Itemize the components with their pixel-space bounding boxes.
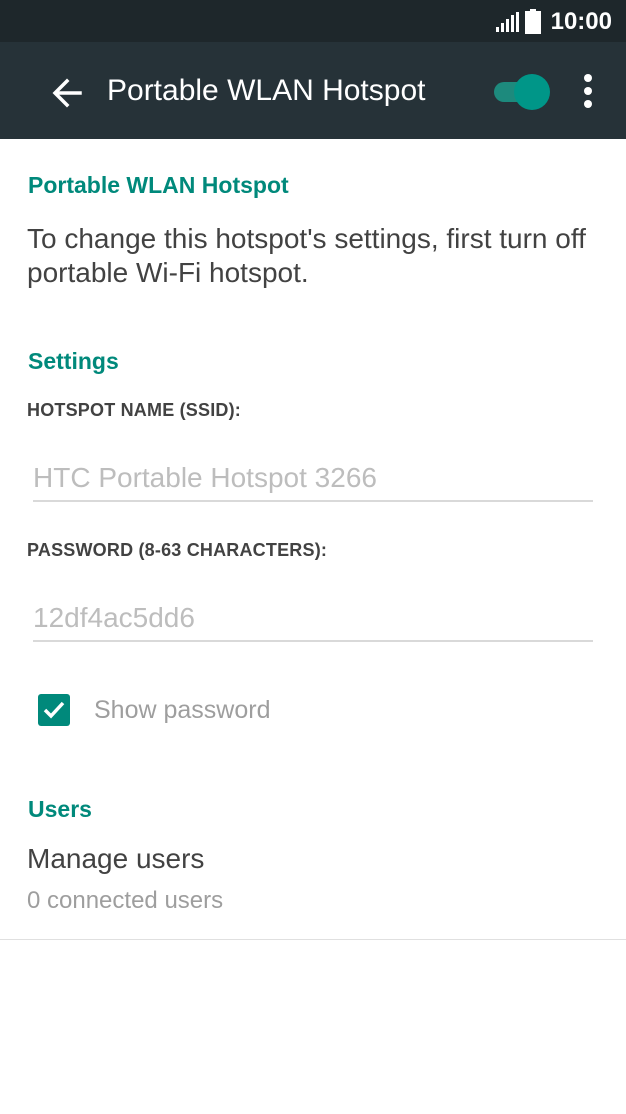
overflow-menu-button[interactable] <box>574 70 602 114</box>
checkmark-icon <box>43 701 65 719</box>
cellular-signal-icon <box>496 12 519 32</box>
status-bar: 10:00 <box>0 0 626 42</box>
hotspot-toggle[interactable] <box>492 72 554 112</box>
back-button[interactable] <box>46 72 88 114</box>
manage-users-title: Manage users <box>27 843 205 874</box>
battery-full-icon <box>525 9 541 34</box>
show-password-label: Show password <box>94 696 271 724</box>
hotspot-description: To change this hotspot's settings, first… <box>27 223 586 288</box>
show-password-checkbox[interactable] <box>38 694 70 726</box>
section-header-settings: Settings <box>28 348 119 374</box>
page-title: Portable WLAN Hotspot <box>107 74 426 107</box>
app-bar: Portable WLAN Hotspot <box>0 42 626 139</box>
manage-users-summary: 0 connected users <box>27 887 224 914</box>
status-clock: 10:00 <box>550 8 612 35</box>
divider <box>0 939 626 940</box>
section-header-hotspot: Portable WLAN Hotspot <box>28 172 289 198</box>
section-header-users: Users <box>28 796 92 822</box>
password-input[interactable] <box>33 596 593 642</box>
ssid-input[interactable] <box>33 456 593 502</box>
arrow-back-icon <box>52 78 82 108</box>
more-vert-icon <box>584 74 592 108</box>
ssid-label: HOTSPOT NAME (SSID): <box>27 400 241 420</box>
password-label: PASSWORD (8-63 CHARACTERS): <box>27 540 328 560</box>
toggle-thumb <box>514 74 550 110</box>
